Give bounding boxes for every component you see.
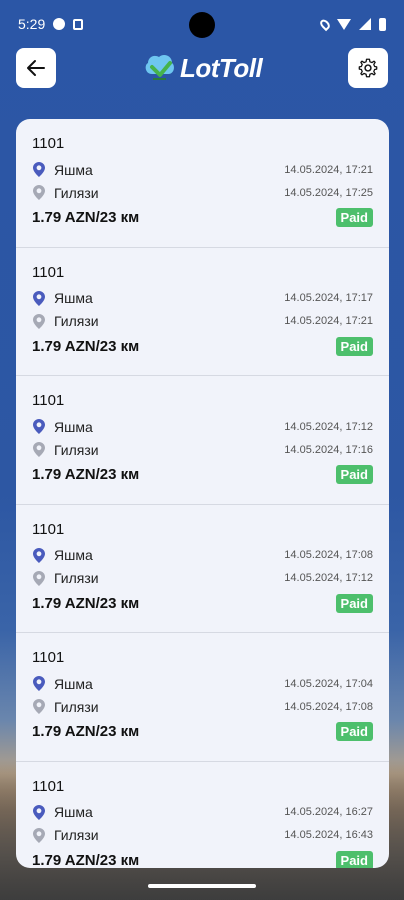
location-pin-icon (32, 804, 46, 820)
trip-price: 1.79 AZN/23 км (32, 337, 140, 355)
trip-list-item[interactable]: 1101 Яшма 14.05.2024, 17:04 Гилязи 14.05… (16, 633, 389, 762)
trip-list[interactable]: 1101 Яшма 14.05.2024, 17:21 Гилязи 14.05… (16, 119, 389, 868)
trip-price: 1.79 AZN/23 км (32, 466, 140, 483)
trip-to: Гилязи (54, 827, 99, 843)
trip-id: 1101 (32, 263, 65, 281)
trip-from-time: 14.05.2024, 17:08 (284, 549, 373, 561)
camera-cutout (189, 12, 215, 38)
trip-to: Гилязи (54, 313, 99, 329)
trip-from-time: 14.05.2024, 17:17 (284, 292, 373, 304)
location-pin-outline-icon (32, 185, 46, 200)
status-badge: Paid (335, 593, 373, 613)
status-badge: Paid (335, 850, 373, 868)
trip-to: Гилязи (54, 184, 99, 201)
trip-list-item[interactable]: 1101 Яшма 14.05.2024, 17:21 Гилязи 14.05… (16, 119, 389, 248)
trip-to-time: 14.05.2024, 17:16 (284, 443, 373, 456)
trip-id: 1101 (32, 392, 65, 409)
location-pin-outline-icon (32, 827, 46, 843)
trip-from: Яшма (54, 547, 93, 563)
location-pin-icon (32, 290, 46, 306)
trip-from: Яшма (54, 290, 93, 306)
trip-from-time: 14.05.2024, 17:04 (284, 677, 373, 690)
back-button[interactable] (16, 48, 56, 88)
trip-from: Яшма (54, 804, 93, 820)
trip-to: Гилязи (54, 570, 99, 586)
trip-id: 1101 (32, 135, 65, 152)
gear-icon (358, 58, 378, 78)
location-pin-icon (32, 162, 46, 177)
arrow-left-icon (27, 60, 45, 76)
location-pin-outline-icon (32, 570, 46, 586)
app-notification-icon (73, 18, 84, 30)
trip-price: 1.79 AZN/23 км (32, 723, 140, 740)
trip-to-time: 14.05.2024, 17:08 (284, 700, 373, 713)
location-pin-outline-icon (32, 442, 46, 457)
status-badge: Paid (335, 208, 373, 227)
status-badge: Paid (335, 336, 373, 356)
trip-from-time: 14.05.2024, 16:27 (284, 806, 373, 818)
trip-price: 1.79 AZN/23 км (32, 594, 140, 612)
signal-icon (359, 18, 371, 30)
trip-id: 1101 (32, 520, 65, 538)
trip-list-item[interactable]: 1101 Яшма 14.05.2024, 17:08 Гилязи 14.05… (16, 505, 389, 633)
location-pin-outline-icon (32, 313, 46, 329)
trip-to-time: 14.05.2024, 17:21 (284, 315, 373, 327)
app-logo: LotToll (142, 48, 263, 88)
trip-list-item[interactable]: 1101 Яшма 14.05.2024, 17:17 Гилязи 14.05… (16, 248, 389, 376)
location-status-icon (318, 17, 332, 31)
trip-to: Гилязи (54, 698, 99, 715)
location-pin-icon (32, 419, 46, 434)
trip-from: Яшма (54, 161, 93, 178)
location-pin-icon (32, 547, 46, 563)
trip-to-time: 14.05.2024, 17:12 (284, 572, 373, 584)
status-badge: Paid (335, 722, 373, 741)
trip-id: 1101 (32, 649, 65, 666)
app-header: LotToll (0, 48, 404, 88)
wifi-icon (337, 18, 351, 30)
status-bar: 5:29 (0, 0, 404, 48)
location-pin-outline-icon (32, 699, 46, 714)
notification-icon (53, 18, 66, 30)
status-time: 5:29 (18, 16, 46, 32)
settings-button[interactable] (348, 48, 388, 88)
trip-price: 1.79 AZN/23 км (32, 851, 140, 869)
status-badge: Paid (335, 465, 373, 484)
logo-mark-icon (142, 51, 176, 85)
trip-from-time: 14.05.2024, 17:12 (284, 420, 373, 433)
trip-from-time: 14.05.2024, 17:21 (284, 163, 373, 176)
trip-list-item[interactable]: 1101 Яшма 14.05.2024, 17:12 Гилязи 14.05… (16, 376, 389, 505)
trip-to: Гилязи (54, 441, 99, 458)
trip-to-time: 14.05.2024, 17:25 (284, 186, 373, 199)
trip-price: 1.79 AZN/23 км (32, 209, 140, 226)
logo-text: LotToll (180, 52, 263, 83)
trip-from: Яшма (54, 418, 93, 435)
location-pin-icon (32, 676, 46, 691)
trip-list-item[interactable]: 1101 Яшма 14.05.2024, 16:27 Гилязи 14.05… (16, 762, 389, 869)
trip-id: 1101 (32, 777, 65, 795)
trip-from: Яшма (54, 675, 93, 692)
battery-icon (379, 17, 386, 31)
home-indicator[interactable] (148, 884, 256, 888)
trip-to-time: 14.05.2024, 16:43 (284, 829, 373, 841)
